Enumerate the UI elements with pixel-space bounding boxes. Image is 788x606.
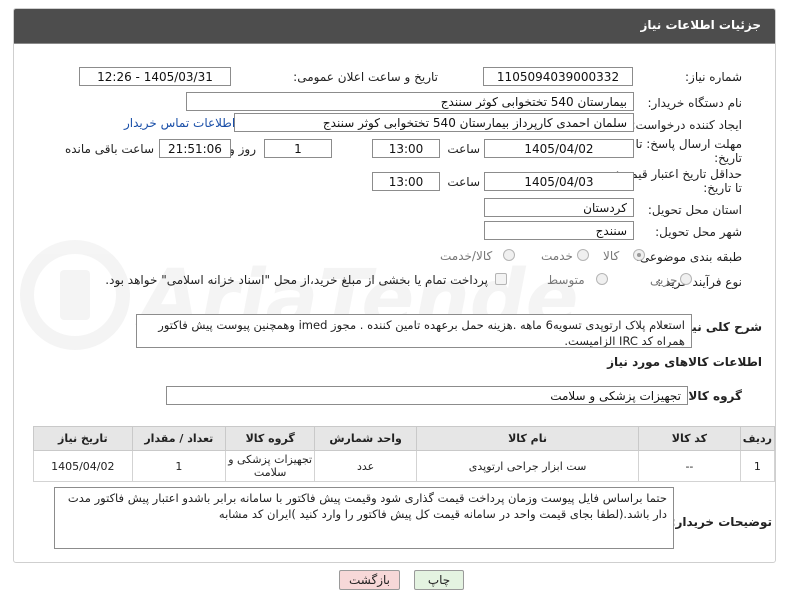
buyer-org-label: نام دستگاه خریدار:	[647, 96, 743, 110]
category-radio-both[interactable]	[503, 249, 515, 261]
announce-field: 1405/03/31 - 12:26	[79, 67, 231, 86]
creator-label: ایجاد کننده درخواست:	[631, 118, 742, 132]
cell-group: تجهیزات پزشکی و سلامت	[225, 450, 316, 482]
col-qty: تعداد / مقدار	[131, 426, 227, 451]
buyer-notes-label: توضیحات خریدار:	[670, 515, 772, 529]
category-label: طبقه بندی موضوعی:	[635, 250, 742, 264]
creator-field: سلمان احمدی کارپرداز بیمارستان 540 تختخو…	[234, 113, 634, 132]
cell-unit: عدد	[314, 450, 417, 482]
col-row: ردیف	[739, 426, 776, 451]
category-option-goods: کالا	[603, 249, 620, 263]
city-label: شهر محل تحویل:	[655, 225, 742, 239]
process-option-medium: متوسط	[547, 273, 585, 287]
cell-name: ست ابزار جراحی ارتوپدی	[415, 450, 640, 482]
back-button[interactable]: بازگشت	[339, 570, 400, 590]
validity-time-field: 13:00	[372, 172, 440, 191]
description-field: استعلام پلاک ارتوپدی تسویه6 ماهه .هزینه …	[136, 314, 692, 348]
city-field: سنندج	[484, 221, 634, 240]
treasury-payment-note: پرداخت تمام یا بخشی از مبلغ خرید،از محل …	[105, 273, 488, 287]
col-unit: واحد شمارش	[314, 426, 417, 451]
table-row: 1 -- ست ابزار جراحی ارتوپدی عدد تجهیزات …	[33, 450, 776, 482]
validity-label: حداقل تاریخ اعتبار قیمت:	[615, 167, 742, 181]
process-radio-medium[interactable]	[596, 273, 608, 285]
goods-group-label: گروه کالا:	[683, 389, 742, 403]
table-header-row: ردیف کد کالا نام کالا واحد شمارش گروه کا…	[33, 426, 776, 451]
validity-time-label: ساعت	[447, 175, 480, 189]
deadline-time-field: 13:00	[372, 139, 440, 158]
col-code: کد کالا	[638, 426, 741, 451]
validity-date-field: 1405/04/03	[484, 172, 634, 191]
day-label: روز و	[229, 142, 256, 156]
buyer-contact-link[interactable]: اطلاعات تماس خریدار	[124, 116, 235, 130]
goods-group-field: تجهیزات پزشکی و سلامت	[166, 386, 688, 405]
col-group: گروه کالا	[225, 426, 316, 451]
cell-qty: 1	[131, 450, 227, 482]
province-field: کردستان	[484, 198, 634, 217]
buyer-notes-field: حتما براساس فایل پیوست وزمان پرداخت قیمت…	[54, 487, 674, 549]
print-button[interactable]: چاپ	[414, 570, 464, 590]
category-radio-goods[interactable]	[633, 249, 645, 261]
col-date: تاریخ نیاز	[33, 426, 133, 451]
category-radio-service[interactable]	[577, 249, 589, 261]
need-number-field: 1105094039000332	[483, 67, 633, 86]
province-label: استان محل تحویل:	[647, 203, 742, 217]
deadline-label: مهلت ارسال پاسخ: تا	[635, 137, 742, 151]
announce-label: تاریخ و ساعت اعلان عمومی:	[293, 70, 438, 84]
remaining-label: ساعت باقی مانده	[64, 142, 154, 156]
cell-date: 1405/04/02	[33, 450, 133, 482]
panel-header: جزئیات اطلاعات نیاز	[14, 9, 775, 44]
remaining-time-field: 21:51:06	[159, 139, 231, 158]
deadline-label-date: تاریخ:	[714, 151, 742, 165]
panel-title: جزئیات اطلاعات نیاز	[640, 18, 761, 32]
col-name: نام کالا	[415, 426, 640, 451]
days-field: 1	[264, 139, 332, 158]
validity-label-date: تا تاریخ:	[703, 181, 742, 195]
process-option-minor: جزیی	[650, 273, 678, 287]
items-table: ردیف کد کالا نام کالا واحد شمارش گروه کا…	[33, 426, 776, 482]
need-number-label: شماره نیاز:	[685, 70, 742, 84]
treasury-payment-checkbox[interactable]	[495, 273, 507, 285]
deadline-time-label: ساعت	[447, 142, 480, 156]
goods-section-title: اطلاعات کالاهای مورد نیاز	[607, 355, 762, 369]
category-option-service: خدمت	[541, 249, 573, 263]
category-option-both: کالا/خدمت	[440, 249, 493, 263]
buyer-org-field: بیمارستان 540 تختخوابی کوثر سنندج	[186, 92, 634, 111]
process-radio-minor[interactable]	[680, 273, 692, 285]
deadline-date-field: 1405/04/02	[484, 139, 634, 158]
cell-row: 1	[739, 450, 776, 482]
cell-code: --	[638, 450, 741, 482]
